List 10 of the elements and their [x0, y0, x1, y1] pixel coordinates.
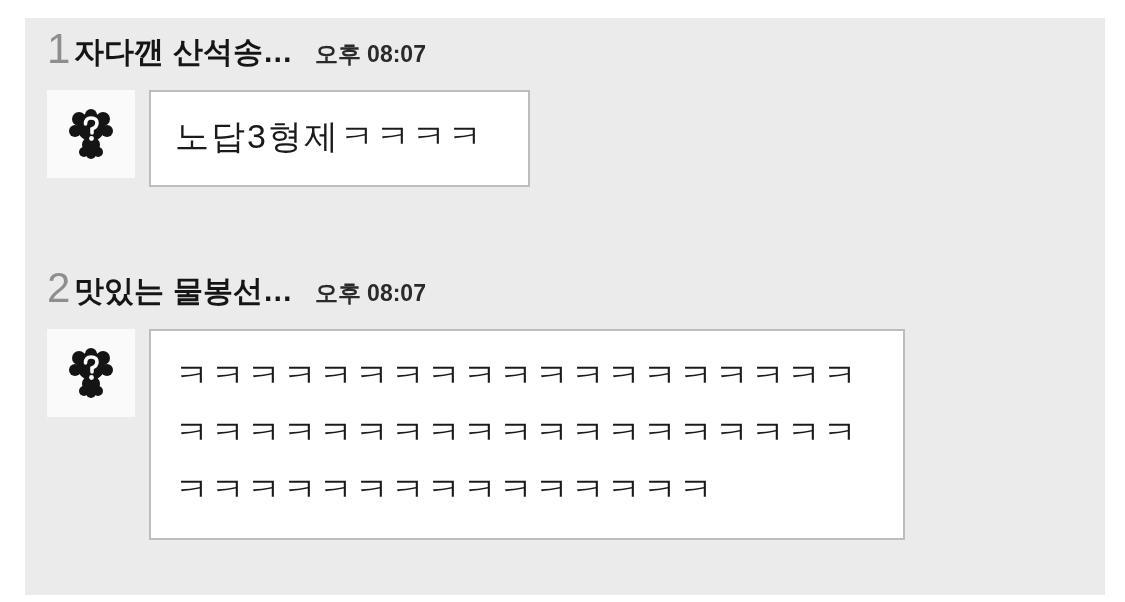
message-text: 노답3형제ㅋㅋㅋㅋ	[175, 116, 484, 157]
message-time: 오후 08:07	[314, 43, 426, 66]
avatar-icon	[47, 90, 135, 178]
sender-name: 자다깬 산석송…	[74, 37, 293, 67]
sender-name: 맛있는 물봉선…	[74, 276, 293, 306]
avatar-icon	[47, 329, 135, 417]
message-number: 1	[47, 28, 71, 70]
message-text: ㅋㅋㅋㅋㅋㅋㅋㅋㅋㅋㅋㅋㅋㅋㅋㅋㅋㅋㅋ ㅋㅋㅋㅋㅋㅋㅋㅋㅋㅋㅋㅋㅋㅋㅋㅋㅋㅋㅋ ㅋㅋㅋㅋㅋㅋㅋㅋㅋㅋㅋㅋㅋㅋㅋ	[175, 355, 859, 510]
message-time: 오후 08:07	[314, 282, 426, 305]
message-number: 2	[47, 267, 71, 309]
